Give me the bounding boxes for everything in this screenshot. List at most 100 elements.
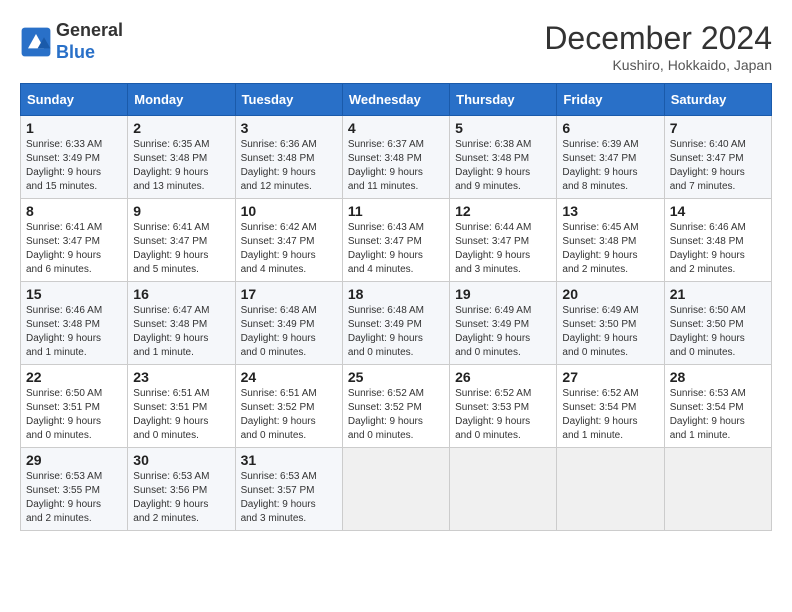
day-header-sunday: Sunday	[21, 84, 128, 116]
day-number: 28	[670, 369, 766, 385]
calendar-cell	[664, 448, 771, 531]
page-header: General Blue December 2024 Kushiro, Hokk…	[20, 20, 772, 73]
calendar-cell: 31 Sunrise: 6:53 AM Sunset: 3:57 PM Dayli…	[235, 448, 342, 531]
calendar-cell: 26Sunrise: 6:52 AM Sunset: 3:53 PM Dayli…	[450, 365, 557, 448]
location: Kushiro, Hokkaido, Japan	[544, 57, 772, 73]
logo-general: General	[56, 20, 123, 40]
title-block: December 2024 Kushiro, Hokkaido, Japan	[544, 20, 772, 73]
cell-text: Sunrise: 6:44 AM Sunset: 3:47 PM Dayligh…	[455, 221, 551, 277]
cell-text: Sunrise: 6:40 AM Sunset: 3:47 PM Dayligh…	[670, 138, 766, 194]
logo-icon	[20, 26, 52, 58]
calendar-week-1: 1Sunrise: 6:33 AM Sunset: 3:49 PM Daylig…	[21, 116, 772, 199]
calendar-cell: 15Sunrise: 6:46 AM Sunset: 3:48 PM Dayli…	[21, 282, 128, 365]
month-title: December 2024	[544, 20, 772, 57]
cell-text: Sunrise: 6:53 AM Sunset: 3:55 PM Dayligh…	[26, 470, 122, 526]
cell-text: Sunrise: 6:49 AM Sunset: 3:49 PM Dayligh…	[455, 304, 551, 360]
day-number: 5	[455, 120, 551, 136]
logo-text: General Blue	[56, 20, 123, 63]
calendar-week-2: 8 Sunrise: 6:41 AM Sunset: 3:47 PM Daylig…	[21, 199, 772, 282]
cell-text: Sunrise: 6:48 AM Sunset: 3:49 PM Dayligh…	[348, 304, 444, 360]
calendar-cell: 2 Sunrise: 6:35 AM Sunset: 3:48 PM Daylig…	[128, 116, 235, 199]
calendar-cell: 24 Sunrise: 6:51 AM Sunset: 3:52 PM Dayli…	[235, 365, 342, 448]
day-number: 3	[241, 120, 337, 136]
cell-text: Sunrise: 6:42 AM Sunset: 3:47 PM Dayligh…	[241, 221, 337, 277]
cell-text: Sunrise: 6:53 AM Sunset: 3:54 PM Dayligh…	[670, 387, 766, 443]
cell-text: Sunrise: 6:39 AM Sunset: 3:47 PM Dayligh…	[562, 138, 658, 194]
cell-text: Sunrise: 6:51 AM Sunset: 3:51 PM Dayligh…	[133, 387, 229, 443]
cell-text: Sunrise: 6:50 AM Sunset: 3:51 PM Dayligh…	[26, 387, 122, 443]
day-number: 24	[241, 369, 337, 385]
cell-text: Sunrise: 6:47 AM Sunset: 3:48 PM Dayligh…	[133, 304, 229, 360]
cell-text: Sunrise: 6:38 AM Sunset: 3:48 PM Dayligh…	[455, 138, 551, 194]
day-number: 1	[26, 120, 122, 136]
cell-text: Sunrise: 6:43 AM Sunset: 3:47 PM Dayligh…	[348, 221, 444, 277]
day-number: 29	[26, 452, 122, 468]
day-number: 6	[562, 120, 658, 136]
cell-text: Sunrise: 6:45 AM Sunset: 3:48 PM Dayligh…	[562, 221, 658, 277]
cell-text: Sunrise: 6:53 AM Sunset: 3:57 PM Dayligh…	[241, 470, 337, 526]
logo: General Blue	[20, 20, 123, 63]
day-header-saturday: Saturday	[664, 84, 771, 116]
day-number: 10	[241, 203, 337, 219]
calendar-cell: 17Sunrise: 6:48 AM Sunset: 3:49 PM Dayli…	[235, 282, 342, 365]
day-number: 22	[26, 369, 122, 385]
day-number: 17	[241, 286, 337, 302]
day-number: 9	[133, 203, 229, 219]
day-number: 2	[133, 120, 229, 136]
calendar-cell: 9 Sunrise: 6:41 AM Sunset: 3:47 PM Daylig…	[128, 199, 235, 282]
calendar-cell: 25 Sunrise: 6:52 AM Sunset: 3:52 PM Dayli…	[342, 365, 449, 448]
day-number: 19	[455, 286, 551, 302]
cell-text: Sunrise: 6:53 AM Sunset: 3:56 PM Dayligh…	[133, 470, 229, 526]
day-number: 14	[670, 203, 766, 219]
calendar-cell: 1Sunrise: 6:33 AM Sunset: 3:49 PM Daylig…	[21, 116, 128, 199]
cell-text: Sunrise: 6:52 AM Sunset: 3:52 PM Dayligh…	[348, 387, 444, 443]
calendar-week-3: 15Sunrise: 6:46 AM Sunset: 3:48 PM Dayli…	[21, 282, 772, 365]
day-number: 30	[133, 452, 229, 468]
calendar-cell: 12 Sunrise: 6:44 AM Sunset: 3:47 PM Dayli…	[450, 199, 557, 282]
day-number: 16	[133, 286, 229, 302]
calendar-cell: 4 Sunrise: 6:37 AM Sunset: 3:48 PM Daylig…	[342, 116, 449, 199]
calendar-cell: 28 Sunrise: 6:53 AM Sunset: 3:54 PM Dayli…	[664, 365, 771, 448]
day-number: 7	[670, 120, 766, 136]
calendar-cell: 23 Sunrise: 6:51 AM Sunset: 3:51 PM Dayli…	[128, 365, 235, 448]
calendar-cell: 22 Sunrise: 6:50 AM Sunset: 3:51 PM Dayli…	[21, 365, 128, 448]
calendar-cell	[450, 448, 557, 531]
calendar-cell: 7 Sunrise: 6:40 AM Sunset: 3:47 PM Daylig…	[664, 116, 771, 199]
day-number: 21	[670, 286, 766, 302]
cell-text: Sunrise: 6:50 AM Sunset: 3:50 PM Dayligh…	[670, 304, 766, 360]
calendar-cell: 20 Sunrise: 6:49 AM Sunset: 3:50 PM Dayli…	[557, 282, 664, 365]
day-number: 23	[133, 369, 229, 385]
cell-text: Sunrise: 6:49 AM Sunset: 3:50 PM Dayligh…	[562, 304, 658, 360]
day-number: 8	[26, 203, 122, 219]
day-number: 11	[348, 203, 444, 219]
calendar-cell: 11 Sunrise: 6:43 AM Sunset: 3:47 PM Dayli…	[342, 199, 449, 282]
day-header-monday: Monday	[128, 84, 235, 116]
cell-text: Sunrise: 6:41 AM Sunset: 3:47 PM Dayligh…	[133, 221, 229, 277]
cell-text: Sunrise: 6:37 AM Sunset: 3:48 PM Dayligh…	[348, 138, 444, 194]
calendar-cell: 27Sunrise: 6:52 AM Sunset: 3:54 PM Dayli…	[557, 365, 664, 448]
calendar-cell: 30 Sunrise: 6:53 AM Sunset: 3:56 PM Dayli…	[128, 448, 235, 531]
calendar-cell	[557, 448, 664, 531]
calendar-week-5: 29 Sunrise: 6:53 AM Sunset: 3:55 PM Dayli…	[21, 448, 772, 531]
calendar-body: 1Sunrise: 6:33 AM Sunset: 3:49 PM Daylig…	[21, 116, 772, 531]
day-number: 26	[455, 369, 551, 385]
day-number: 13	[562, 203, 658, 219]
day-header-tuesday: Tuesday	[235, 84, 342, 116]
day-number: 18	[348, 286, 444, 302]
day-number: 25	[348, 369, 444, 385]
calendar-cell: 14Sunrise: 6:46 AM Sunset: 3:48 PM Dayli…	[664, 199, 771, 282]
day-number: 31	[241, 452, 337, 468]
cell-text: Sunrise: 6:36 AM Sunset: 3:48 PM Dayligh…	[241, 138, 337, 194]
cell-text: Sunrise: 6:35 AM Sunset: 3:48 PM Dayligh…	[133, 138, 229, 194]
calendar-table: SundayMondayTuesdayWednesdayThursdayFrid…	[20, 83, 772, 531]
calendar-cell: 8Sunrise: 6:41 AM Sunset: 3:47 PM Daylig…	[21, 199, 128, 282]
calendar-cell: 16 Sunrise: 6:47 AM Sunset: 3:48 PM Dayli…	[128, 282, 235, 365]
day-number: 12	[455, 203, 551, 219]
day-number: 20	[562, 286, 658, 302]
day-number: 4	[348, 120, 444, 136]
calendar-cell: 19 Sunrise: 6:49 AM Sunset: 3:49 PM Dayli…	[450, 282, 557, 365]
calendar-cell: 6 Sunrise: 6:39 AM Sunset: 3:47 PM Daylig…	[557, 116, 664, 199]
calendar-cell	[342, 448, 449, 531]
cell-text: Sunrise: 6:51 AM Sunset: 3:52 PM Dayligh…	[241, 387, 337, 443]
day-header-friday: Friday	[557, 84, 664, 116]
